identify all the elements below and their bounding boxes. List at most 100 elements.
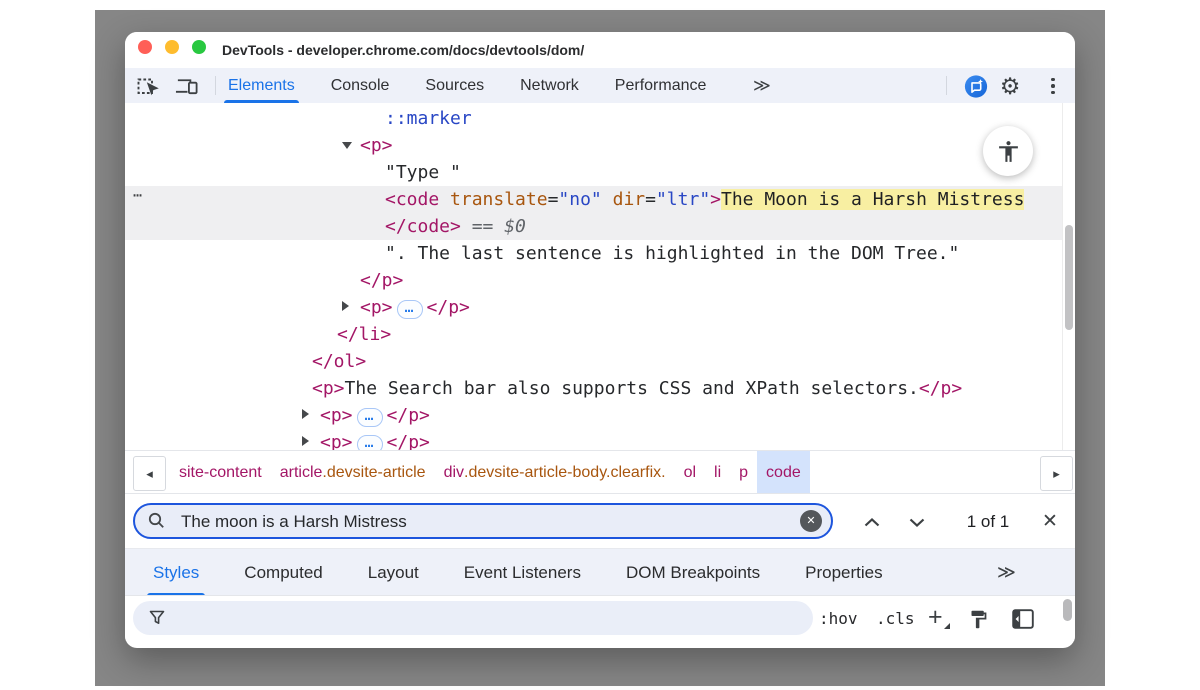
filter-funnel-icon [149,610,165,631]
dom-tree-row[interactable]: <p>…</p> [125,294,1063,321]
crumb-token-cls: .devsite-article [322,464,425,482]
dom-tree-row[interactable]: <p>…</p> [125,402,1063,429]
dom-tree-row[interactable]: <p>The Search bar also supports CSS and … [125,375,1063,402]
expand-arrow-icon[interactable] [302,436,309,446]
style-filter-field[interactable] [133,601,813,635]
styles-scrollbar-thumb[interactable] [1063,599,1072,621]
settings-gear-icon[interactable]: ⚙ [998,74,1022,98]
expand-arrow-icon[interactable] [302,409,309,419]
accessibility-fab[interactable] [983,126,1033,176]
dom-token-tag: </li> [337,324,391,345]
dom-token-tag: </p> [387,405,430,426]
panel-tab-strip: Elements Console Sources Network Performance [228,68,706,103]
styles-filter-bar: :hov .cls + [125,595,1075,641]
ai-assistance-icon[interactable] [964,74,988,98]
element-classes-button[interactable]: .cls [876,596,915,641]
dom-token-tag: </code> [385,216,461,237]
dom-tree-row[interactable]: </code> == $0 [125,213,1063,240]
dom-token-text: The Search bar also supports CSS and XPa… [345,378,919,399]
dom-scrollbar-track[interactable] [1062,103,1075,450]
more-tabs-icon[interactable]: ≫ [753,68,771,103]
dom-token-gray: == [461,216,504,237]
dom-token-pseudo: ::marker [385,108,472,129]
clear-search-icon[interactable]: ✕ [800,510,822,532]
tab-elements[interactable]: Elements [228,68,295,103]
dom-token-hl: The Moon is a Harsh Mistress [721,189,1024,210]
dom-scrollbar-thumb[interactable] [1065,225,1073,330]
dom-tree-row[interactable]: <p> [125,132,1063,159]
crumb-token-ctag: code [766,464,801,482]
dom-tree-row[interactable]: <p>…</p> [125,429,1063,450]
style-filter-input[interactable] [175,605,799,633]
dom-token-attr: translate [439,189,547,210]
dom-token-text: "Type " [385,162,461,183]
inspect-element-icon[interactable] [136,74,160,98]
toggle-element-state-button[interactable]: :hov [819,596,858,641]
ellipsis-expand-button[interactable]: … [357,408,383,427]
toggle-sidebar-icon[interactable] [1011,607,1035,631]
node-overflow-menu-icon[interactable]: ⋯ [133,182,143,209]
dom-token-text: ". The last sentence is highlighted in t… [385,243,959,264]
tab-network[interactable]: Network [520,68,579,103]
dom-token-tag: <p> [360,135,393,156]
styles-tab-dom-breakpoints[interactable]: DOM Breakpoints [626,549,760,596]
breadcrumb-item-li[interactable]: li [705,451,730,494]
breadcrumb-item-site-content[interactable]: site-content [170,451,271,494]
new-style-rule-button[interactable]: + [928,596,943,641]
tab-sources[interactable]: Sources [425,68,484,103]
styles-tab-computed[interactable]: Computed [244,549,322,596]
toolbar-divider-right [946,76,947,95]
tab-console[interactable]: Console [331,68,390,103]
devtools-toolbar: Elements Console Sources Network Performance… [125,68,1075,103]
styles-more-tabs-icon[interactable]: ≫ [997,549,1016,596]
rendering-emulation-icon[interactable] [966,607,990,631]
dom-tree-row[interactable]: </li> [125,321,1063,348]
device-toolbar-icon[interactable] [175,74,199,98]
dom-tree-row[interactable]: ::marker [125,105,1063,132]
dom-token-val: "ltr" [656,189,710,210]
styles-tab-styles[interactable]: Styles [153,549,199,596]
breadcrumb-scroll-right-icon[interactable]: ▸ [1040,456,1073,491]
dom-tree-row[interactable]: </ol> [125,348,1063,375]
breadcrumb-item-ol[interactable]: ol [675,451,705,494]
close-window-button[interactable] [138,40,152,54]
dom-token-text: = [645,189,656,210]
tab-performance[interactable]: Performance [615,68,707,103]
search-field[interactable]: ✕ [133,503,833,539]
dom-token-tag: <p> [360,297,393,318]
dom-tree-row[interactable]: ⋯<code translate="no" dir="ltr">The Moon… [125,186,1063,213]
styles-tab-strip: Styles Computed Layout Event Listeners DOM B… [153,549,883,596]
close-search-icon[interactable]: ✕ [1038,494,1062,549]
dom-token-text: = [548,189,559,210]
maximize-window-button[interactable] [192,40,206,54]
dom-token-tag: </p> [360,270,403,291]
minimize-window-button[interactable] [165,40,179,54]
dom-tree-row[interactable]: ". The last sentence is highlighted in t… [125,240,1063,267]
breadcrumb-item-div-devsite-article-body-clearfix[interactable]: div.devsite-article-body.clearfix. [435,451,675,494]
kebab-menu-icon[interactable] [1046,74,1060,98]
dom-token-tag: <p> [320,405,353,426]
search-input[interactable] [179,506,743,537]
crumb-token-ctag: li [714,464,721,482]
previous-result-icon[interactable] [860,510,884,534]
styles-tab-event-listeners[interactable]: Event Listeners [464,549,581,596]
dom-token-tag: </p> [427,297,470,318]
window-title: DevTools - developer.chrome.com/docs/dev… [222,32,584,68]
breadcrumb-scroll-left-icon[interactable]: ◂ [133,456,166,491]
styles-tab-bar: Styles Computed Layout Event Listeners DOM B… [125,548,1075,596]
breadcrumb-item-code[interactable]: code [757,451,810,494]
breadcrumb-item-p[interactable]: p [730,451,757,494]
breadcrumb-item-article-devsite-article[interactable]: article.devsite-article [271,451,435,494]
dom-tree-pane: ::marker<p>"Type "⋯<code translate="no" … [125,103,1075,450]
crumb-token-cls: .devsite-article-body.clearfix. [464,464,666,482]
styles-tab-properties[interactable]: Properties [805,549,882,596]
crumb-token-ctag: article [280,464,323,482]
dom-tree-row[interactable]: "Type " [125,159,1063,186]
dom-tree-row[interactable]: </p> [125,267,1063,294]
ellipsis-expand-button[interactable]: … [357,435,383,450]
collapse-arrow-icon[interactable] [342,142,352,149]
next-result-icon[interactable] [905,510,929,534]
styles-tab-layout[interactable]: Layout [368,549,419,596]
expand-arrow-icon[interactable] [342,301,349,311]
ellipsis-expand-button[interactable]: … [397,300,423,319]
